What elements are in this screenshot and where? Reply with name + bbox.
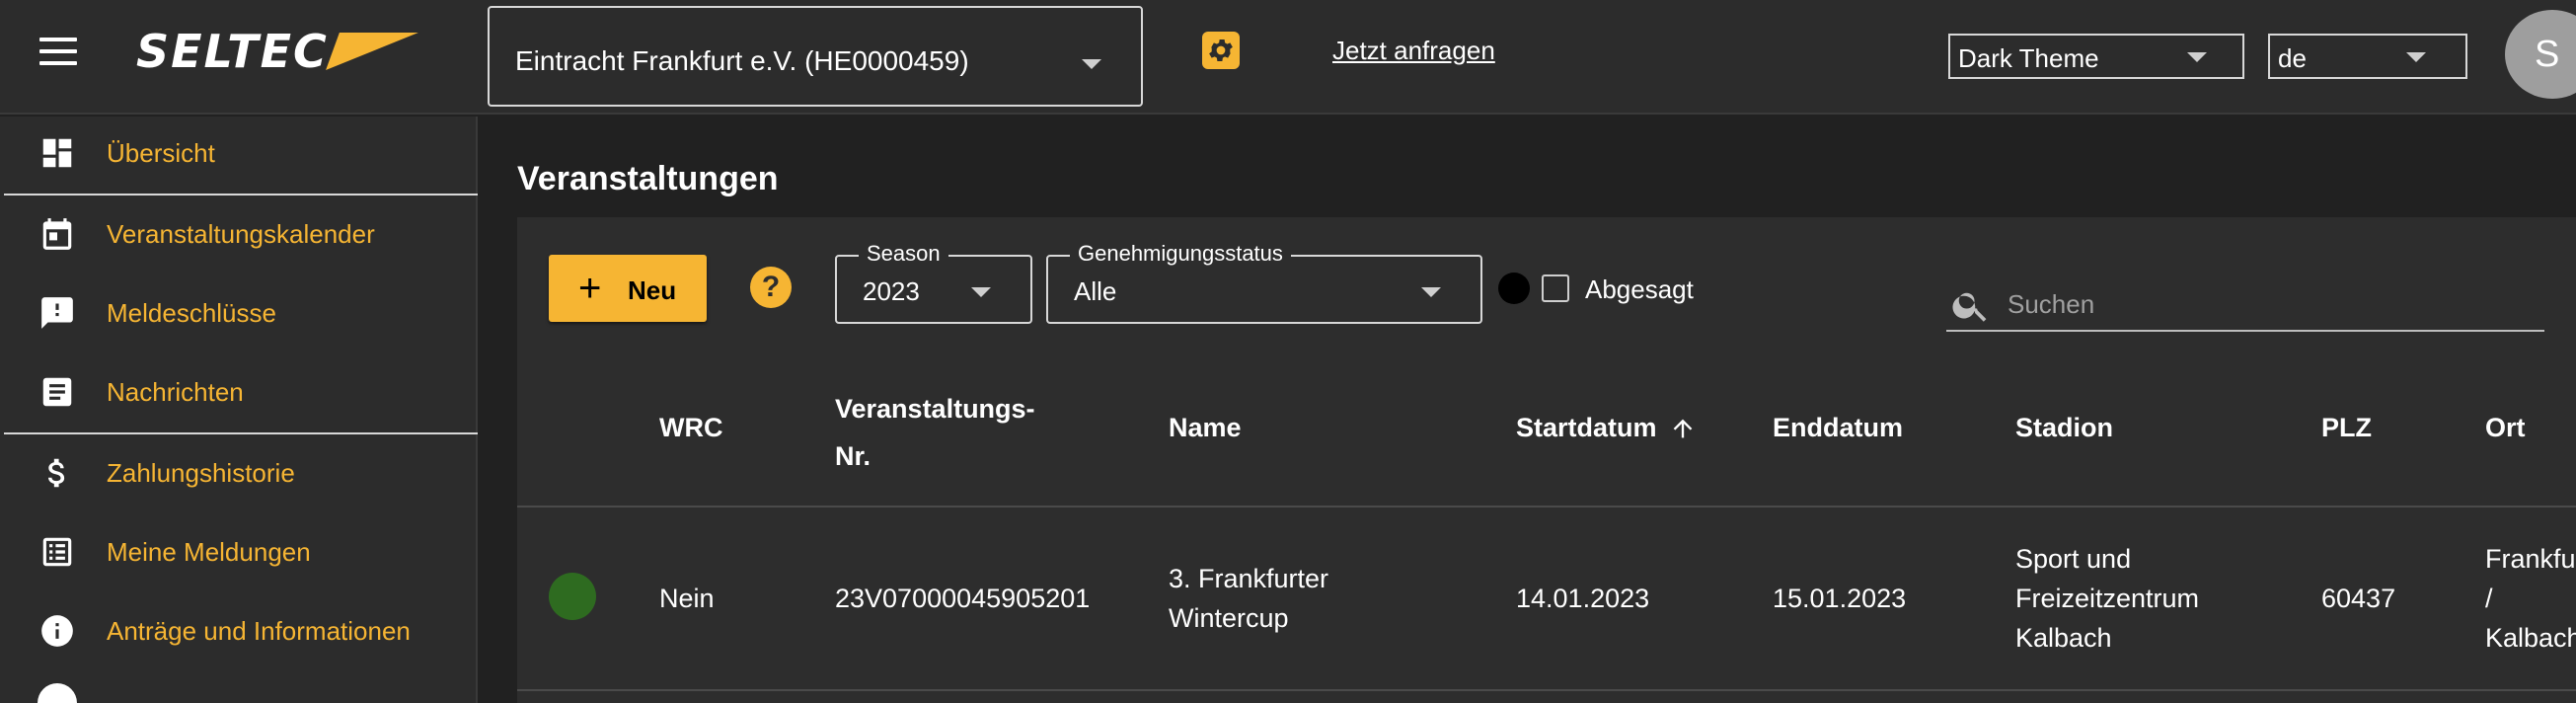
sidebar-item-label: Nachrichten xyxy=(107,376,244,407)
cell-city-line2: / xyxy=(2485,584,2493,613)
sidebar-item-label: Veranstaltungskalender xyxy=(107,218,375,249)
cancelled-label: Abgesagt xyxy=(1585,274,1694,304)
season-value: 2023 xyxy=(863,276,920,306)
cell-wrc: Nein xyxy=(659,584,715,613)
column-header-zip[interactable]: PLZ xyxy=(2321,413,2372,443)
theme-select-value: Dark Theme xyxy=(1958,43,2099,73)
cell-city: Frankfurt / Kalbach xyxy=(2485,539,2576,658)
cancelled-checkbox[interactable] xyxy=(1542,274,1569,302)
sidebar-item-label: Meine Meldungen xyxy=(107,536,311,567)
column-header-start[interactable]: Startdatum xyxy=(1516,413,1697,443)
column-header-start-label: Startdatum xyxy=(1516,413,1657,442)
sidebar: Übersicht Veranstaltungskalender Meldesc… xyxy=(0,117,478,703)
search-input[interactable] xyxy=(2008,286,2521,322)
sidebar-item-label: Meldeschlüsse xyxy=(107,297,276,328)
gear-icon[interactable] xyxy=(1202,32,1240,69)
theme-select[interactable]: Dark Theme xyxy=(1948,34,2244,79)
column-header-wrc[interactable]: WRC xyxy=(659,413,722,443)
status-dot xyxy=(549,573,596,620)
logo-wedge xyxy=(325,33,418,70)
search-icon xyxy=(1950,284,1992,331)
sidebar-item-calendar[interactable]: Veranstaltungskalender xyxy=(0,199,478,269)
cell-name-line2: Wintercup xyxy=(1169,603,1289,633)
chevron-down-icon xyxy=(1421,287,1441,297)
cell-name-line1: 3. Frankfurter xyxy=(1169,564,1329,593)
article-icon xyxy=(38,372,77,412)
calendar-icon xyxy=(38,214,77,254)
request-link[interactable]: Jetzt anfragen xyxy=(1332,36,1495,66)
sidebar-item-requests-info[interactable]: Anträge und Informationen xyxy=(0,596,478,665)
cell-stadium-line2: Freizeitzentrum xyxy=(2015,584,2200,613)
column-header-event-no-line2: Nr. xyxy=(835,441,871,471)
help-icon[interactable]: ? xyxy=(750,267,792,308)
feedback-icon xyxy=(38,293,77,333)
logo-text: SELTEC xyxy=(136,25,329,78)
approval-status-value: Alle xyxy=(1074,276,1117,306)
sidebar-divider xyxy=(4,194,478,195)
sidebar-item-payments[interactable]: Zahlungshistorie xyxy=(0,438,478,508)
cell-stadium-line1: Sport und xyxy=(2015,544,2132,574)
sidebar-item-label: Übersicht xyxy=(107,137,215,168)
sidebar-item-label: Zahlungshistorie xyxy=(107,457,295,488)
row-divider xyxy=(517,689,2576,691)
avatar-initial: S xyxy=(2535,33,2560,75)
column-header-event-no[interactable]: Veranstaltungs- Nr. xyxy=(835,385,1035,480)
cell-end: 15.01.2023 xyxy=(1773,584,1907,613)
approval-status-select[interactable]: Genehmigungsstatus Alle xyxy=(1046,241,1482,324)
table-header-divider xyxy=(517,506,2576,508)
sidebar-item-overview[interactable]: Übersicht xyxy=(0,118,478,188)
cell-event-no: 23V07000045905201 xyxy=(835,584,1091,613)
season-select[interactable]: Season 2023 xyxy=(835,241,1032,324)
cancelled-indicator-dot xyxy=(1498,273,1530,304)
new-button-label: Neu xyxy=(628,275,677,305)
dashboard-icon xyxy=(38,133,77,173)
sidebar-divider xyxy=(4,432,478,434)
cell-stadium-line3: Kalbach xyxy=(2015,623,2112,653)
language-select[interactable]: de xyxy=(2268,34,2467,79)
approval-status-legend: Genehmigungsstatus xyxy=(1070,241,1291,267)
sidebar-item-messages[interactable]: Nachrichten xyxy=(0,357,478,427)
chevron-down-icon xyxy=(2187,52,2207,62)
club-select-value: Eintracht Frankfurt e.V. (HE0000459) xyxy=(515,45,969,76)
list-icon xyxy=(38,532,77,572)
season-legend: Season xyxy=(859,241,948,267)
club-select[interactable]: Eintracht Frankfurt e.V. (HE0000459) xyxy=(488,6,1143,107)
cell-start: 14.01.2023 xyxy=(1516,584,1650,613)
new-event-button[interactable]: + Neu xyxy=(549,255,707,322)
chevron-down-icon xyxy=(1082,59,1101,69)
language-select-value: de xyxy=(2278,43,2307,73)
menu-icon[interactable] xyxy=(39,38,77,67)
cell-zip: 60437 xyxy=(2321,584,2396,613)
avatar[interactable]: S xyxy=(2505,10,2576,99)
chevron-down-icon xyxy=(971,287,991,297)
sidebar-item-my-entries[interactable]: Meine Meldungen xyxy=(0,517,478,586)
top-bar: SELTEC Eintracht Frankfurt e.V. (HE00004… xyxy=(0,0,2576,115)
column-header-event-no-line1: Veranstaltungs- xyxy=(835,394,1035,424)
cell-name: 3. Frankfurter Wintercup xyxy=(1169,559,1328,638)
plus-icon: + xyxy=(578,267,602,310)
cell-city-line1: Frankfurt xyxy=(2485,544,2576,574)
cell-stadium: Sport und Freizeitzentrum Kalbach xyxy=(2015,539,2199,658)
chevron-down-icon xyxy=(2406,52,2426,62)
sort-ascending-icon xyxy=(1673,419,1692,437)
page-title: Veranstaltungen xyxy=(517,160,779,197)
column-header-end[interactable]: Enddatum xyxy=(1773,413,1903,443)
info-icon xyxy=(38,611,77,651)
column-header-city[interactable]: Ort xyxy=(2485,413,2526,443)
sidebar-item-label: Anträge und Informationen xyxy=(107,615,411,646)
cell-city-line3: Kalbach xyxy=(2485,623,2576,653)
partial-nav-icon[interactable] xyxy=(38,683,77,703)
column-header-name[interactable]: Name xyxy=(1169,413,1242,443)
sidebar-item-deadlines[interactable]: Meldeschlüsse xyxy=(0,278,478,348)
column-header-stadium[interactable]: Stadion xyxy=(2015,413,2113,443)
search-field[interactable] xyxy=(1946,280,2544,332)
dollar-icon xyxy=(38,453,77,493)
seltec-logo[interactable]: SELTEC xyxy=(136,25,418,78)
